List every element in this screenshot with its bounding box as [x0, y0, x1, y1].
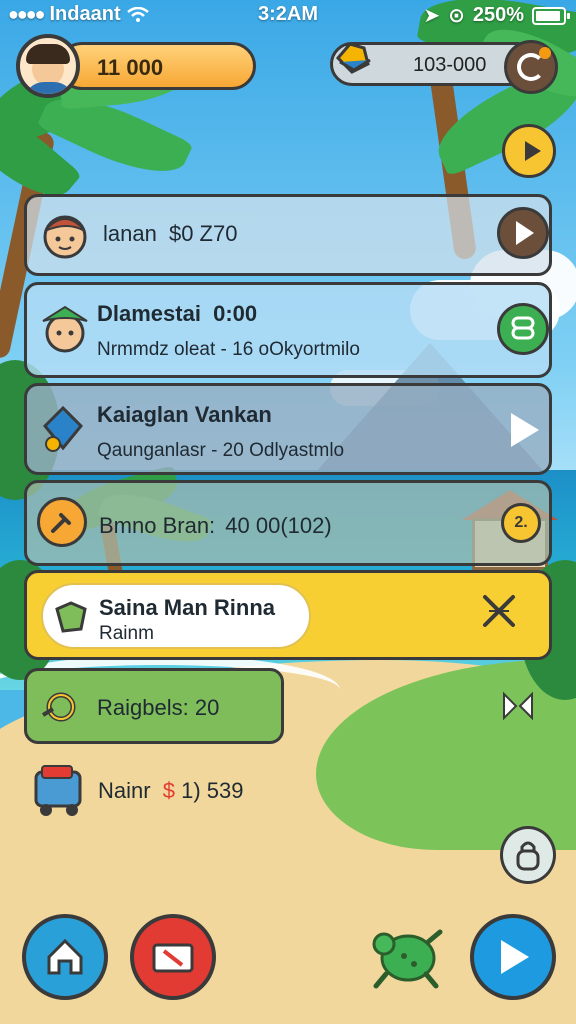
- card-title: Raigbels: 20: [97, 695, 220, 720]
- card-amount: 40 00(102): [225, 513, 332, 538]
- card-subtitle: Rainm: [99, 623, 154, 644]
- offer-card-3[interactable]: Kaiaglan Vankan Qaunganlasr - 20 Odlyast…: [24, 383, 552, 475]
- timer-button[interactable]: [504, 40, 558, 94]
- card-title: Dlamestai: [97, 301, 201, 326]
- battery-percent: 250%: [472, 4, 524, 26]
- card-title: lanan: [103, 221, 157, 246]
- battery-icon: [532, 6, 570, 25]
- card-subtitle: Qaunganlasr - 20 Odlyastmlo: [97, 440, 345, 461]
- lock-button[interactable]: [500, 826, 556, 884]
- refresh-icon: [41, 692, 76, 722]
- status-bar: ●●●● Indaant 3:2AM ➤ ⊙ 250%: [0, 0, 576, 30]
- coin-amount: 11 000: [97, 55, 164, 80]
- location-icon: ➤: [423, 5, 441, 27]
- hammer-icon: [37, 497, 87, 547]
- reward-row: Nainr $ 1) 539: [98, 778, 243, 804]
- notification-dot: [539, 47, 551, 59]
- count-badge: 2.: [501, 503, 541, 543]
- card-amount: 0:00: [213, 301, 258, 326]
- card-title: Bmno Bran:: [99, 513, 216, 538]
- truck-icon: [34, 765, 82, 816]
- gem-amount: 103-000: [413, 54, 487, 76]
- home-icon: [47, 938, 83, 975]
- player-avatar[interactable]: [16, 34, 80, 98]
- turtle-icon[interactable]: [366, 914, 446, 994]
- alarm-icon: ⊙: [448, 5, 465, 27]
- play-icon: [501, 940, 529, 974]
- offer-card-5[interactable]: Saina Man Rinna Rainm: [24, 570, 552, 660]
- card-title: Saina Man Rinna: [99, 595, 276, 620]
- gem-shovel-icon: [42, 405, 84, 452]
- elf-avatar-icon: [42, 305, 88, 353]
- video-icon: [152, 943, 194, 973]
- lock-icon: [516, 841, 540, 871]
- cash-icon: [511, 316, 535, 340]
- next-icon[interactable]: [500, 688, 536, 724]
- offer-card-6[interactable]: Raigbels: 20: [24, 668, 284, 744]
- featured-label-pill: Saina Man Rinna Rainm: [41, 583, 311, 649]
- offer-card-2[interactable]: Dlamestai 0:00 Nrmmdz oleat - 16 oOkyort…: [24, 282, 552, 378]
- map-icon: [55, 601, 87, 633]
- play-icon: [516, 221, 534, 245]
- play-icon: [511, 413, 539, 447]
- offer-card-4[interactable]: Bmno Bran: 40 00(102) 2.: [24, 480, 552, 566]
- reward-value: 1) 539: [181, 778, 244, 803]
- play-button[interactable]: [470, 914, 556, 1000]
- reward-label: Nainr: [98, 778, 151, 803]
- offer-card-1[interactable]: lanan $0 Z70: [24, 194, 552, 276]
- close-x-icon[interactable]: [479, 591, 519, 631]
- card-amount: $0 Z70: [168, 221, 238, 246]
- quick-play-button[interactable]: [502, 124, 556, 178]
- home-button[interactable]: [22, 914, 108, 1000]
- reward-currency: $: [162, 778, 175, 803]
- card-2-cash-button[interactable]: [497, 303, 549, 355]
- card-subtitle: Nrmmdz oleat - 16 oOkyortmilo: [97, 339, 360, 360]
- video-button[interactable]: [130, 914, 216, 1000]
- card-3-play-button[interactable]: [497, 404, 549, 456]
- card-title: Kaiaglan Vankan: [97, 402, 272, 427]
- coin-counter[interactable]: 11 000: [58, 42, 256, 90]
- play-icon: [525, 141, 541, 161]
- card-1-play-button[interactable]: [497, 207, 549, 259]
- gem-bag-icon: [335, 42, 371, 74]
- character-avatar-icon: [43, 215, 87, 259]
